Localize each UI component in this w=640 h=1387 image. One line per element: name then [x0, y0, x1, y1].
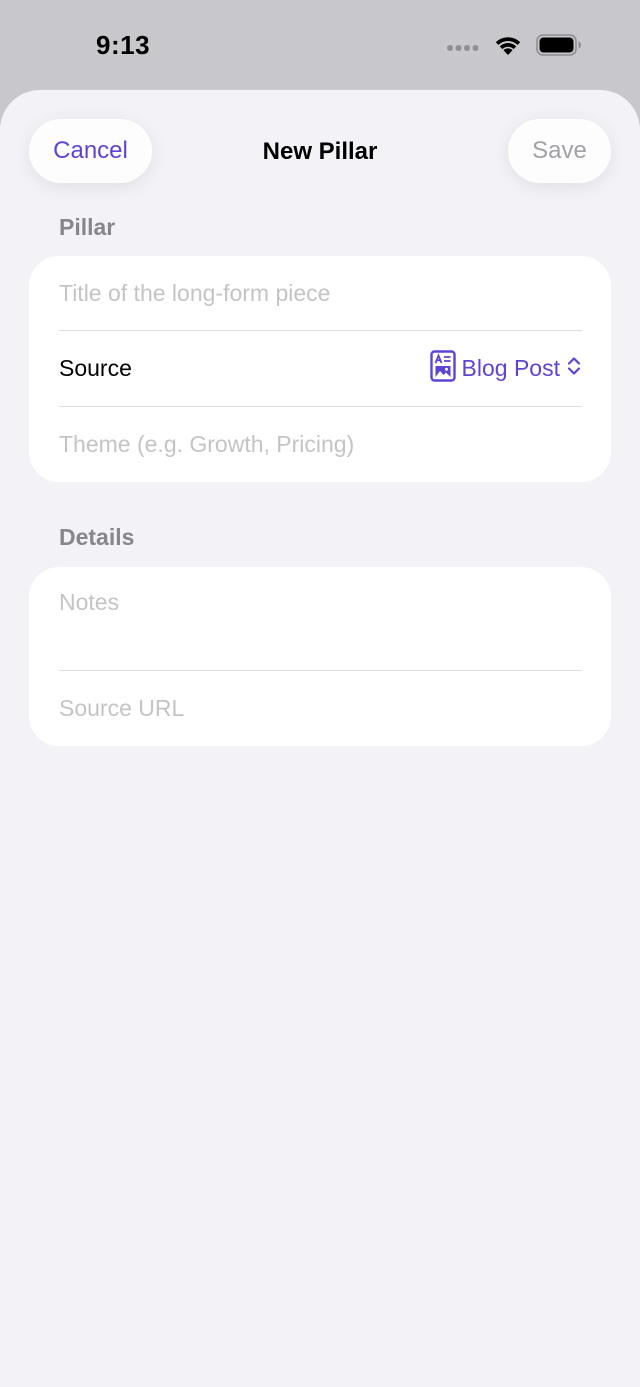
details-card: Notes Source URL — [29, 567, 611, 746]
title-placeholder: Title of the long-form piece — [59, 279, 331, 306]
wifi-icon — [494, 35, 522, 61]
source-value: Blog Post — [461, 355, 560, 381]
notes-placeholder: Notes — [59, 589, 120, 615]
theme-field[interactable]: Theme (e.g. Growth, Pricing) — [59, 407, 582, 482]
source-row: Source Blog Post — [59, 331, 582, 406]
status-time: 9:13 — [96, 30, 151, 60]
title-field[interactable]: Title of the long-form piece — [59, 256, 582, 330]
save-button[interactable]: Save — [508, 119, 611, 183]
source-picker[interactable]: Blog Post — [429, 349, 582, 388]
source-label: Source — [59, 355, 132, 381]
source-url-placeholder: Source URL — [59, 695, 185, 721]
status-icons — [446, 34, 582, 61]
status-bar: 9:13 — [0, 0, 640, 90]
blog-post-icon — [429, 349, 456, 388]
notes-field[interactable]: Notes — [59, 581, 582, 634]
theme-placeholder: Theme (e.g. Growth, Pricing) — [59, 431, 355, 457]
pillar-section-header: Pillar — [59, 214, 116, 240]
new-pillar-sheet: Cancel New Pillar Save Pillar Title of t… — [0, 90, 640, 1387]
battery-icon — [536, 34, 582, 61]
chevron-up-down-icon — [566, 354, 582, 384]
signal-dots-icon — [446, 39, 480, 57]
details-section-header: Details — [59, 524, 135, 550]
pillar-card: Title of the long-form piece Source Blog… — [29, 256, 611, 482]
source-url-field[interactable]: Source URL — [59, 671, 582, 746]
